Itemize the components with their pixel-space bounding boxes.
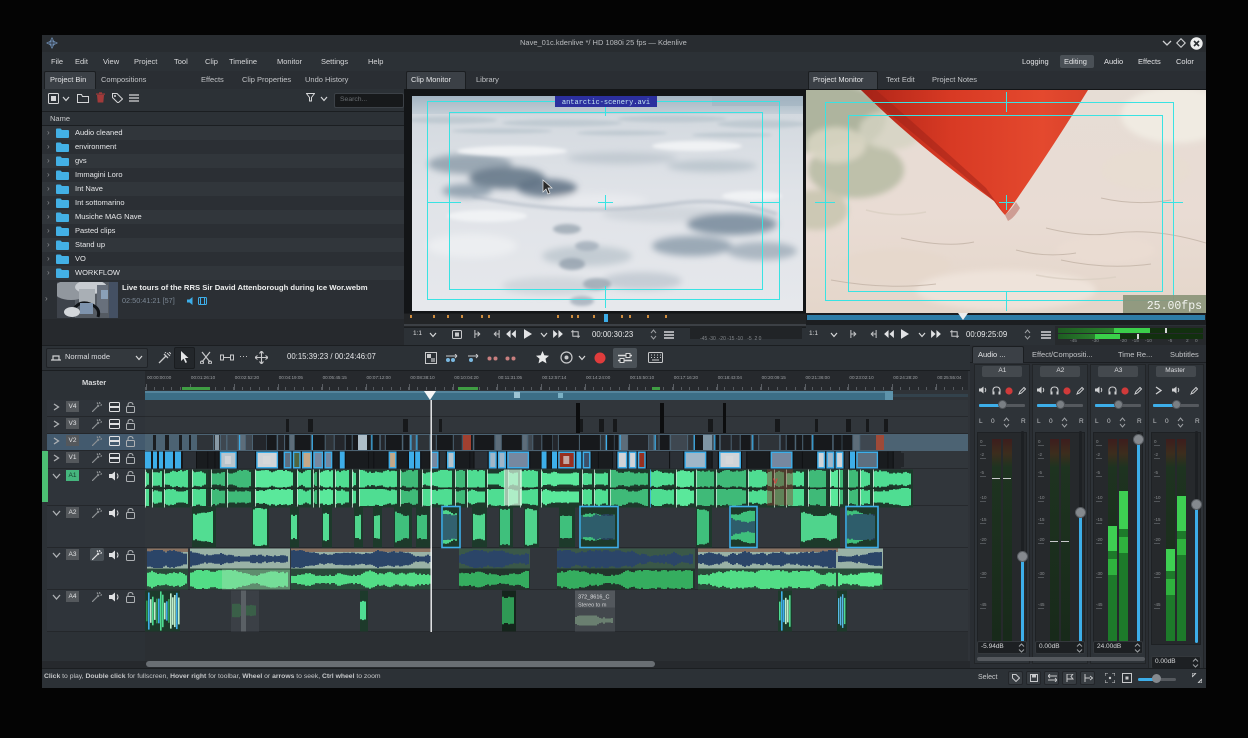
svg-text:372_8616_C: 372_8616_C [578, 595, 610, 601]
svg-text:antarctic-scenery.avi: antarctic-scenery.avi [562, 99, 650, 107]
svg-text:V: V [773, 479, 778, 486]
svg-text:25.00fps: 25.00fps [1147, 300, 1202, 313]
svg-text:Stereo to m: Stereo to m [578, 603, 607, 609]
